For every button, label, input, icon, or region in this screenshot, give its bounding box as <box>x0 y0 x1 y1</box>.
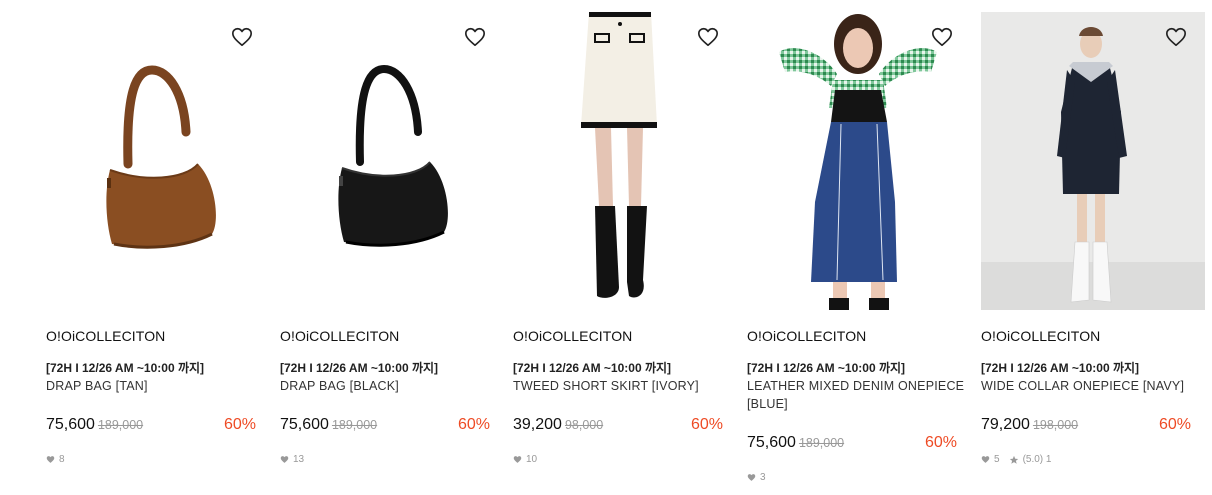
sale-price: 75,600 <box>747 434 796 451</box>
heart-small-icon <box>280 456 289 463</box>
product-name[interactable]: LEATHER MIXED DENIM ONEPIECE [BLUE] <box>747 377 973 413</box>
like-count: 8 <box>59 454 65 465</box>
promo-label: [72H I 12/26 AM ~10:00 까지] <box>46 361 205 375</box>
promo-label: [72H I 12/26 AM ~10:00 까지] <box>981 361 1140 375</box>
wishlist-heart-icon[interactable] <box>231 26 253 48</box>
original-price: 189,000 <box>97 418 144 432</box>
brand-name[interactable]: O!OiCOLLECITON <box>513 328 632 344</box>
heart-small-icon <box>747 474 756 481</box>
product-image[interactable] <box>745 12 971 310</box>
discount-rate: 60% <box>924 434 957 451</box>
like-count: 5 <box>994 454 1000 465</box>
discount-rate: 60% <box>223 416 256 433</box>
promo-label: [72H I 12/26 AM ~10:00 까지] <box>280 361 439 375</box>
discount-rate: 60% <box>1158 416 1191 433</box>
product-meta: 10 <box>513 454 546 465</box>
product-meta: 8 <box>46 454 74 465</box>
product-image[interactable] <box>511 12 737 310</box>
original-price: 198,000 <box>1032 418 1079 432</box>
wishlist-heart-icon[interactable] <box>931 26 953 48</box>
brand-name[interactable]: O!OiCOLLECITON <box>280 328 399 344</box>
like-count: 10 <box>526 454 538 465</box>
product-meta: 5 (5.0) 1 <box>981 454 1060 465</box>
discount-rate: 60% <box>690 416 723 433</box>
price-row: 75,600 189,000 60% <box>747 434 957 454</box>
original-price: 98,000 <box>564 418 604 432</box>
product-name[interactable]: WIDE COLLAR ONEPIECE [NAVY] <box>981 377 1207 395</box>
product-image[interactable] <box>278 12 504 310</box>
heart-small-icon <box>981 456 990 463</box>
product-meta: 13 <box>280 454 313 465</box>
discount-rate: 60% <box>457 416 490 433</box>
promo-label: [72H I 12/26 AM ~10:00 까지] <box>513 361 672 375</box>
star-small-icon <box>1009 455 1018 464</box>
brand-name[interactable]: O!OiCOLLECITON <box>46 328 165 344</box>
sale-price: 39,200 <box>513 416 562 433</box>
like-count: 3 <box>760 472 766 483</box>
wishlist-heart-icon[interactable] <box>464 26 486 48</box>
product-image[interactable] <box>979 12 1205 310</box>
like-count: 13 <box>293 454 305 465</box>
brand-name[interactable]: O!OiCOLLECITON <box>747 328 866 344</box>
original-price: 189,000 <box>331 418 378 432</box>
price-row: 39,200 98,000 60% <box>513 416 723 436</box>
sale-price: 79,200 <box>981 416 1030 433</box>
price-row: 75,600 189,000 60% <box>280 416 490 436</box>
product-name[interactable]: DRAP BAG [BLACK] <box>280 377 506 395</box>
price-row: 79,200 198,000 60% <box>981 416 1191 436</box>
product-meta: 3 <box>747 472 775 483</box>
brand-name[interactable]: O!OiCOLLECITON <box>981 328 1100 344</box>
rating-summary: (5.0) 1 <box>1022 454 1052 465</box>
original-price: 189,000 <box>798 436 845 450</box>
product-image[interactable] <box>44 12 270 310</box>
product-name[interactable]: TWEED SHORT SKIRT [IVORY] <box>513 377 739 395</box>
sale-price: 75,600 <box>46 416 95 433</box>
promo-label: [72H I 12/26 AM ~10:00 까지] <box>747 361 906 375</box>
heart-small-icon <box>513 456 522 463</box>
wishlist-heart-icon[interactable] <box>1165 26 1187 48</box>
price-row: 75,600 189,000 60% <box>46 416 256 436</box>
heart-small-icon <box>46 456 55 463</box>
wishlist-heart-icon[interactable] <box>697 26 719 48</box>
sale-price: 75,600 <box>280 416 329 433</box>
product-name[interactable]: DRAP BAG [TAN] <box>46 377 272 395</box>
